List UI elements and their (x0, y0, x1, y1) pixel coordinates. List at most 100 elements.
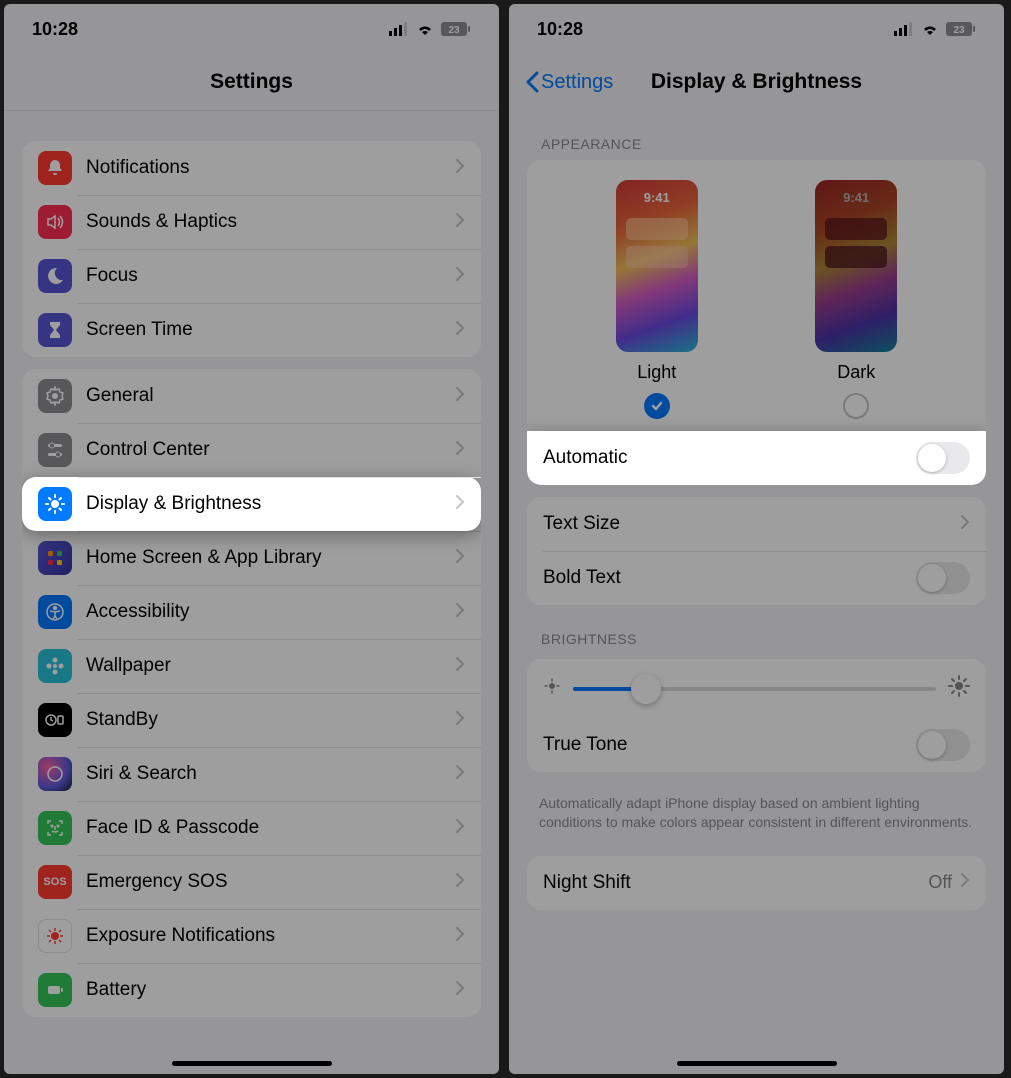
dark-radio-unselected[interactable] (843, 393, 869, 419)
page-title: Settings (210, 70, 293, 94)
bold-text-toggle[interactable] (916, 562, 970, 594)
display-brightness-screen: 10:28 23 Settings Display & Brightness A… (509, 4, 1004, 1074)
chevron-right-icon (455, 494, 465, 515)
chevron-right-icon (455, 818, 465, 839)
chevron-right-icon (960, 514, 970, 535)
chevron-right-icon (960, 872, 970, 893)
hourglass-icon (38, 313, 72, 347)
appearance-previews: 9:41 Light 9:41 Dark (527, 160, 986, 431)
status-indicators: 23 (894, 22, 976, 36)
appearance-option-dark[interactable]: 9:41 Dark (815, 180, 897, 419)
chevron-right-icon (455, 926, 465, 947)
row-notifications[interactable]: Notifications (22, 141, 481, 195)
bold-text-label: Bold Text (543, 567, 916, 589)
true-tone-footer: Automatically adapt iPhone display based… (509, 784, 1004, 832)
status-time: 10:28 (537, 19, 583, 40)
faceid-icon (38, 811, 72, 845)
sliders-icon (38, 433, 72, 467)
row-true-tone[interactable]: True Tone (527, 718, 986, 772)
row-label: Face ID & Passcode (86, 817, 455, 839)
row-exposure-notifications[interactable]: Exposure Notifications (22, 909, 481, 963)
speaker-icon (38, 205, 72, 239)
virus-icon (38, 919, 72, 953)
row-label: Notifications (86, 157, 455, 179)
chevron-right-icon (455, 386, 465, 407)
bell-icon (38, 151, 72, 185)
cellular-icon (389, 22, 409, 36)
row-night-shift[interactable]: Night Shift Off (527, 856, 986, 910)
grid-icon (38, 541, 72, 575)
row-battery[interactable]: Battery (22, 963, 481, 1017)
row-siri-search[interactable]: Siri & Search (22, 747, 481, 801)
row-emergency-sos[interactable]: SOS Emergency SOS (22, 855, 481, 909)
preview-time: 9:41 (815, 190, 897, 205)
row-screen-time[interactable]: Screen Time (22, 303, 481, 357)
automatic-toggle[interactable] (916, 442, 970, 474)
wifi-icon (920, 22, 940, 36)
chevron-right-icon (455, 764, 465, 785)
chevron-right-icon (455, 158, 465, 179)
row-automatic[interactable]: Automatic (527, 431, 986, 485)
brightness-group: True Tone (527, 659, 986, 772)
row-bold-text[interactable]: Bold Text (527, 551, 986, 605)
preview-time: 9:41 (616, 190, 698, 205)
row-wallpaper[interactable]: Wallpaper (22, 639, 481, 693)
flower-icon (38, 649, 72, 683)
row-focus[interactable]: Focus (22, 249, 481, 303)
row-home-screen[interactable]: Home Screen & App Library (22, 531, 481, 585)
row-label: Home Screen & App Library (86, 547, 455, 569)
light-radio-selected[interactable] (644, 393, 670, 419)
row-faceid-passcode[interactable]: Face ID & Passcode (22, 801, 481, 855)
automatic-label: Automatic (543, 447, 916, 469)
true-tone-toggle[interactable] (916, 729, 970, 761)
battery-icon: 23 (946, 22, 976, 36)
settings-group-2: General Control Center Display & Brightn… (22, 369, 481, 1017)
status-bar: 10:28 23 (509, 4, 1004, 54)
row-label: Focus (86, 265, 455, 287)
siri-icon (38, 757, 72, 791)
wifi-icon (415, 22, 435, 36)
home-indicator[interactable] (172, 1061, 332, 1066)
appearance-option-light[interactable]: 9:41 Light (616, 180, 698, 419)
row-text-size[interactable]: Text Size (527, 497, 986, 551)
home-indicator[interactable] (677, 1061, 837, 1066)
row-sounds-haptics[interactable]: Sounds & Haptics (22, 195, 481, 249)
chevron-left-icon (525, 71, 539, 93)
light-preview-thumb: 9:41 (616, 180, 698, 352)
row-label: StandBy (86, 709, 455, 731)
dark-preview-thumb: 9:41 (815, 180, 897, 352)
row-label: General (86, 385, 455, 407)
row-label: Emergency SOS (86, 871, 455, 893)
chevron-right-icon (455, 980, 465, 1001)
brightness-slider[interactable] (573, 687, 936, 691)
row-label: Control Center (86, 439, 455, 461)
settings-screen: 10:28 23 Settings Notifications Sounds &… (4, 4, 499, 1074)
row-display-brightness[interactable]: Display & Brightness (22, 477, 481, 531)
row-accessibility[interactable]: Accessibility (22, 585, 481, 639)
nav-header: Settings (4, 54, 499, 110)
row-standby[interactable]: StandBy (22, 693, 481, 747)
slider-knob[interactable] (631, 674, 661, 704)
gear-icon (38, 379, 72, 413)
text-size-label: Text Size (543, 513, 960, 535)
row-control-center[interactable]: Control Center (22, 423, 481, 477)
chevron-right-icon (455, 212, 465, 233)
sun-small-icon (543, 677, 561, 700)
checkmark-icon (650, 399, 664, 413)
row-label: Accessibility (86, 601, 455, 623)
chevron-right-icon (455, 440, 465, 461)
back-button[interactable]: Settings (525, 71, 613, 94)
row-label: Battery (86, 979, 455, 1001)
svg-text:23: 23 (448, 25, 460, 36)
true-tone-label: True Tone (543, 734, 916, 756)
sos-icon: SOS (38, 865, 72, 899)
page-title: Display & Brightness (651, 70, 862, 94)
cellular-icon (894, 22, 914, 36)
status-time: 10:28 (32, 19, 78, 40)
row-general[interactable]: General (22, 369, 481, 423)
nav-header: Settings Display & Brightness (509, 54, 1004, 110)
svg-text:23: 23 (953, 25, 965, 36)
sun-large-icon (948, 675, 970, 702)
sun-icon (38, 487, 72, 521)
night-shift-label: Night Shift (543, 872, 928, 894)
